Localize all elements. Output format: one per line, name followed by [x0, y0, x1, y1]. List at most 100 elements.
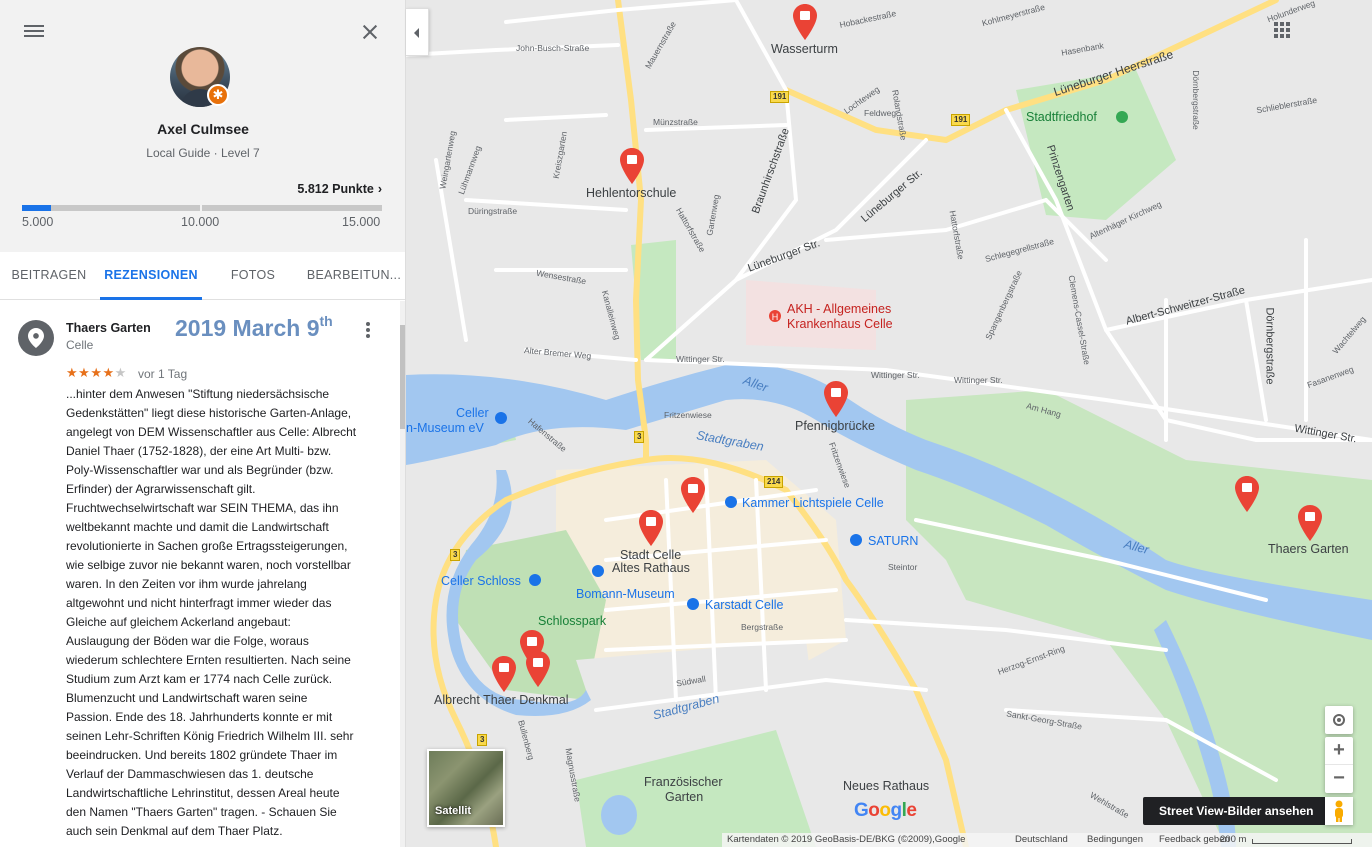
logo-letter: G — [854, 800, 869, 821]
review-text-line: waren. In den Zeiten vor ihm wurde jahre… — [66, 577, 307, 591]
pegman-icon[interactable] — [1325, 797, 1353, 825]
tab-edits[interactable]: BEARBEITUN... — [304, 252, 404, 300]
zoom-out-button[interactable]: − — [1325, 765, 1353, 793]
more-options-icon[interactable] — [362, 321, 374, 341]
poi-wasserturm[interactable]: Wasserturm — [771, 42, 838, 56]
review-text-line: Gedenkstätten" liegt diese historische G… — [66, 406, 352, 420]
poi-akh-line1[interactable]: AKH - Allgemeines — [787, 302, 891, 316]
street-label: Fritzenwiese — [664, 410, 712, 420]
poi-saturn[interactable]: SATURN — [868, 534, 918, 548]
street-label: Dörnbergstraße — [1263, 307, 1276, 385]
map-pin-icon[interactable] — [824, 381, 848, 417]
poi-albrecht-thaer-denkmal[interactable]: Albrecht Thaer Denkmal — [434, 693, 569, 707]
cemetery-icon — [1116, 111, 1128, 123]
poi-thaers-garten[interactable]: Thaers Garten — [1268, 542, 1349, 556]
poi-franzoesischer-garten-line1[interactable]: Französischer — [644, 775, 723, 789]
collapse-panel-button[interactable] — [406, 8, 429, 56]
street-label: Bergstraße — [741, 622, 784, 632]
review-time: vor 1 Tag — [138, 367, 188, 381]
zoom-controls: + − — [1325, 737, 1353, 793]
terms-link[interactable]: Bedingungen — [1087, 834, 1143, 845]
poi-altes-rathaus[interactable]: Altes Rathaus — [612, 561, 690, 575]
google-logo: Google — [854, 800, 917, 822]
poi-celler-schloss[interactable]: Celler Schloss — [441, 574, 521, 588]
shopping-icon — [850, 534, 862, 546]
road-shield: 191 — [770, 91, 790, 103]
place-pin-icon[interactable] — [18, 320, 54, 356]
google-maps-app: ✱ Axel Culmsee Local Guide · Level 7 5.8… — [0, 0, 1372, 847]
poi-akh-line2[interactable]: Krankenhaus Celle — [787, 317, 893, 331]
pegman-figure — [1335, 800, 1343, 822]
map-pin-icon[interactable] — [793, 4, 817, 40]
tab-contributions[interactable]: BEITRAGEN — [0, 252, 98, 300]
map-pin-icon[interactable] — [1235, 476, 1259, 512]
shopping-icon — [687, 598, 699, 610]
poi-stadtfriedhof[interactable]: Stadtfriedhof — [1026, 110, 1097, 124]
profile-tabs: BEITRAGEN REZENSIONEN FOTOS BEARBEITUN..… — [0, 252, 405, 300]
poi-bomann-museum[interactable]: Bomann-Museum — [576, 587, 675, 601]
local-guide-badge-icon: ✱ — [207, 84, 229, 106]
menu-icon[interactable] — [22, 22, 46, 42]
close-icon[interactable] — [358, 20, 382, 44]
poi-franzoesischer-garten-line2[interactable]: Garten — [665, 790, 703, 804]
country-link[interactable]: Deutschland — [1015, 834, 1068, 845]
tab-photos[interactable]: FOTOS — [204, 252, 302, 300]
logo-letter: o — [879, 800, 891, 821]
poi-stadt-celle[interactable]: Stadt Celle — [620, 548, 681, 562]
review-text-line: wie selbige zuvor nie bekannt waren, noc… — [66, 558, 351, 572]
map-pin-icon[interactable] — [526, 651, 550, 687]
review-text-line: Blumenzucht und Landwirtschaft waren sei… — [66, 691, 308, 705]
review-text-line: revolutionierte in Sachen große Ertragss… — [66, 539, 348, 553]
road-shield: 3 — [450, 549, 461, 561]
zoom-in-button[interactable]: + — [1325, 737, 1353, 765]
date-overlay-suffix: th — [319, 313, 333, 329]
progress-tick: 10.000 — [181, 215, 220, 229]
map-attribution: Kartendaten © 2019 GeoBasis-DE/BKG (©200… — [727, 834, 966, 845]
review-place-name[interactable]: Thaers Garten — [66, 321, 151, 335]
poi-pfennigbruecke[interactable]: Pfennigbrücke — [795, 419, 875, 433]
map-pin-icon[interactable] — [620, 148, 644, 184]
scale-label[interactable]: 200 m — [1220, 834, 1246, 845]
review-text-line: Auslaugung der Böden war die Folge, wora… — [66, 634, 309, 648]
tab-reviews[interactable]: REZENSIONEN — [100, 252, 202, 300]
apps-grid-icon[interactable] — [1273, 21, 1291, 39]
points-link[interactable]: 5.812 Punkte › — [297, 182, 382, 196]
review-place-city: Celle — [66, 338, 94, 352]
map-pin-icon[interactable] — [492, 656, 516, 692]
review-text-line: ...hinter dem Anwesen "Stiftung niedersä… — [66, 387, 330, 401]
review-text-line: angelegt von DEM Wissenschaftler aus Cel… — [66, 425, 357, 439]
poi-hehlentorschule[interactable]: Hehlentorschule — [586, 186, 676, 200]
star-filled-icon: ★ — [102, 365, 115, 380]
poi-schlosspark[interactable]: Schlosspark — [538, 614, 606, 628]
points-label: 5.812 Punkte — [297, 182, 374, 196]
points-progress-bar — [22, 205, 382, 211]
map-pin-icon[interactable] — [681, 477, 705, 513]
street-label: John-Busch-Straße — [516, 43, 590, 53]
poi-kammer-lichtspiele[interactable]: Kammer Lichtspiele Celle — [742, 496, 884, 510]
street-label: Münzstraße — [653, 117, 698, 127]
streetview-tooltip: Street View-Bilder ansehen — [1143, 797, 1330, 825]
date-overlay-text: 2019 March 9 — [175, 315, 320, 341]
street-label: Düringstraße — [468, 206, 518, 216]
cinema-icon — [725, 496, 737, 508]
map-footer: Kartendaten © 2019 GeoBasis-DE/BKG (©200… — [722, 833, 1372, 847]
street-label: Dörnbergstraße — [1190, 70, 1201, 130]
my-location-button[interactable] — [1325, 706, 1353, 734]
map-pin-icon[interactable] — [1298, 505, 1322, 541]
review-text-line: Passion. Ende des 18. Jahrhunderts konnt… — [66, 710, 333, 724]
hospital-icon: H — [769, 310, 781, 322]
poi-celler-museum-line1[interactable]: Celler — [456, 406, 489, 420]
poi-karstadt[interactable]: Karstadt Celle — [705, 598, 784, 612]
panel-scrollbar[interactable] — [400, 301, 405, 847]
poi-celler-museum-line2[interactable]: n-Museum eV — [406, 421, 484, 435]
chevron-right-icon: › — [377, 182, 382, 196]
review-card: Thaers Garten Celle 2019 March 9th ★★★★★… — [0, 301, 400, 847]
location-target-icon — [1333, 714, 1345, 726]
review-text-line: Daniel Thaer (1752-1828), der eine Art M… — [66, 444, 332, 458]
satellite-toggle[interactable]: Satellit — [427, 749, 505, 827]
review-text-line: auch sein Denkmal auf dem Thaer Platz. — [66, 824, 283, 838]
poi-neues-rathaus[interactable]: Neues Rathaus — [843, 779, 929, 793]
map-canvas[interactable]: John-Busch-Straße Hobackestraße Kohlmeye… — [406, 0, 1372, 847]
street-label: Steintor — [888, 562, 918, 572]
map-pin-icon[interactable] — [639, 510, 663, 546]
